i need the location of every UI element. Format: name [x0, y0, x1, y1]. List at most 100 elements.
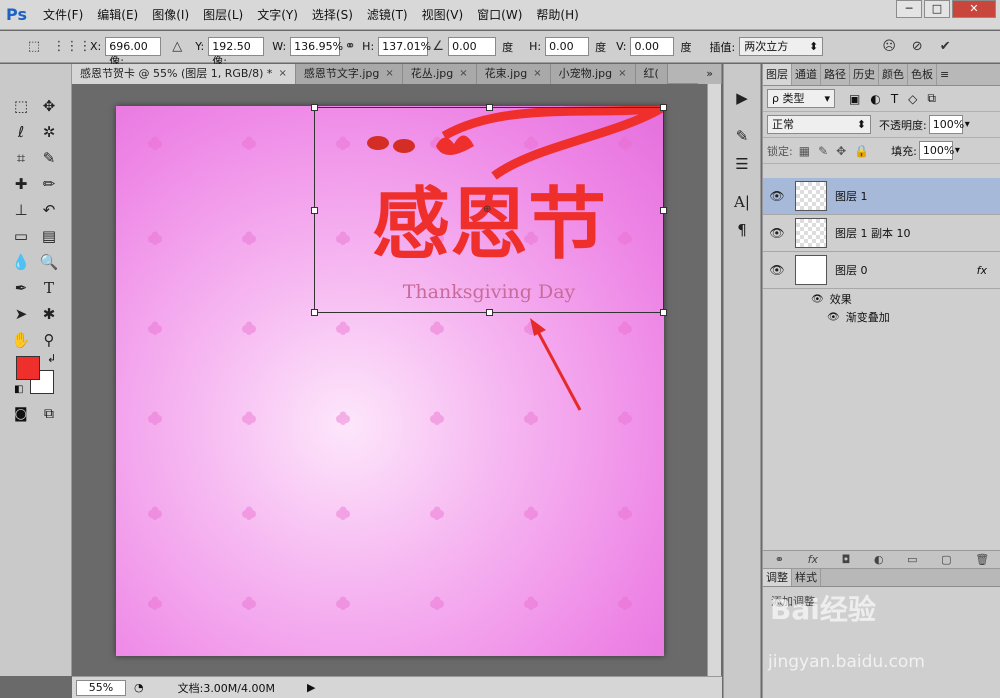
crop-tool-icon[interactable]: ⌗ — [8, 146, 34, 170]
status-info-icon[interactable]: ◔ — [134, 681, 144, 694]
character-panel-icon[interactable]: A| — [728, 190, 756, 214]
menu-select[interactable]: 选择(S) — [305, 0, 360, 30]
menu-image[interactable]: 图像(I) — [145, 0, 196, 30]
transform-handle-tm[interactable] — [486, 104, 493, 111]
tab-channels[interactable]: 通道 — [792, 64, 821, 85]
transform-handle-bm[interactable] — [486, 309, 493, 316]
filter-adjust-icon[interactable]: ◐ — [870, 92, 880, 106]
lock-pixels-icon[interactable]: ✎ — [818, 144, 828, 158]
lock-position-icon[interactable]: ✥ — [836, 144, 846, 158]
brush-panel-icon[interactable]: ✎ — [728, 124, 756, 148]
height-field[interactable]: 137.01% — [378, 37, 431, 56]
effect-item-row[interactable]: 👁 渐变叠加 — [763, 308, 1000, 326]
quick-mask-icon[interactable]: ◙ — [14, 406, 28, 422]
lock-all-icon[interactable]: 🔒 — [854, 144, 869, 158]
vskew-field[interactable]: 0.00 — [630, 37, 675, 56]
menu-file[interactable]: 文件(F) — [36, 0, 90, 30]
transform-handle-tr[interactable] — [660, 104, 667, 111]
transform-handle-tl[interactable] — [311, 104, 318, 111]
link-layers-icon[interactable]: ⚭ — [775, 553, 784, 566]
transform-bounding-box[interactable]: ⊕ — [311, 104, 667, 316]
vertical-scrollbar[interactable] — [707, 84, 721, 676]
more-tabs-icon[interactable]: » — [698, 64, 722, 84]
tab-red[interactable]: 红( — [635, 64, 668, 84]
close-tab-icon[interactable]: × — [533, 64, 541, 84]
menu-edit[interactable]: 编辑(E) — [90, 0, 145, 30]
x-field[interactable]: 696.00 像: — [105, 37, 162, 68]
menu-help[interactable]: 帮助(H) — [529, 0, 585, 30]
delta-icon[interactable]: △ — [167, 37, 187, 57]
filter-shape-icon[interactable]: ◇ — [908, 92, 917, 106]
lock-transparent-icon[interactable]: ▦ — [799, 144, 810, 158]
interp-select[interactable]: 两次立方 ⬍ — [739, 37, 824, 56]
filter-pixel-icon[interactable]: ▣ — [849, 92, 860, 106]
tab-paths[interactable]: 路径 — [821, 64, 850, 85]
close-button[interactable]: ✕ — [952, 0, 996, 18]
new-group-icon[interactable]: ▭ — [907, 553, 917, 566]
blend-mode-select[interactable]: 正常 ⬍ — [767, 115, 871, 134]
visibility-eye-icon[interactable]: 👁 — [763, 226, 791, 240]
paragraph-panel-icon[interactable]: ¶ — [728, 218, 756, 242]
layer-row-1[interactable]: 👁 图层 1 — [763, 178, 1000, 215]
width-field[interactable]: 136.95% — [290, 37, 343, 56]
tab-adjustments[interactable]: 调整 — [763, 569, 792, 586]
adjust-sliders-icon[interactable]: ☰ — [728, 152, 756, 176]
transform-center-icon[interactable]: ⊕ — [483, 204, 491, 215]
stamp-tool-icon[interactable]: ⊥ — [8, 198, 34, 222]
tab-color[interactable]: 颜色 — [879, 64, 908, 85]
opacity-field[interactable]: 100% — [928, 115, 964, 134]
hand-tool-icon[interactable]: ✋ — [8, 328, 34, 352]
visibility-eye-icon[interactable]: 👁 — [811, 294, 824, 305]
move-tool-icon[interactable]: ✥ — [36, 94, 62, 118]
menu-view[interactable]: 视图(V) — [415, 0, 471, 30]
transform-handle-ml[interactable] — [311, 207, 318, 214]
effects-row[interactable]: 👁 效果 — [763, 290, 1000, 308]
eyedropper-icon[interactable]: ✎ — [36, 146, 62, 170]
add-mask-icon[interactable]: ◘ — [842, 553, 851, 566]
tab-layers[interactable]: 图层 — [763, 64, 792, 85]
dodge-tool-icon[interactable]: 🔍 — [36, 250, 62, 274]
visibility-eye-icon[interactable]: 👁 — [827, 312, 840, 323]
tab-styles[interactable]: 样式 — [792, 569, 821, 586]
fill-field[interactable]: 100% — [918, 141, 954, 160]
healing-brush-icon[interactable]: ✚ — [8, 172, 34, 196]
magic-wand-icon[interactable]: ✲ — [36, 120, 62, 144]
lasso-tool-icon[interactable]: ℓ — [8, 120, 34, 144]
warp-icon[interactable]: ☹ — [879, 37, 899, 57]
menu-filter[interactable]: 滤镜(T) — [360, 0, 415, 30]
swap-colors-icon[interactable]: ↲ — [47, 352, 56, 365]
tab-history[interactable]: 历史 — [850, 64, 879, 85]
tab-thanksgiving-text[interactable]: 感恩节文字.jpg × — [295, 64, 403, 84]
close-tab-icon[interactable]: × — [459, 64, 467, 84]
layer-filter-select[interactable]: ρ 类型 ▾ — [767, 89, 835, 108]
chevron-down-icon[interactable]: ▾ — [955, 145, 960, 156]
marquee-tool-icon[interactable]: ⬚ — [8, 94, 34, 118]
play-action-icon[interactable]: ▶ — [728, 86, 756, 110]
type-tool-icon[interactable]: T — [36, 276, 62, 300]
layer-row-2[interactable]: 👁 图层 1 副本 10 — [763, 215, 1000, 252]
foreground-color-swatch[interactable] — [16, 356, 40, 380]
eraser-icon[interactable]: ▭ — [8, 224, 34, 248]
transform-tool-icon[interactable]: ⬚ — [24, 37, 44, 57]
shape-tool-icon[interactable]: ✱ — [36, 302, 62, 326]
delete-layer-icon[interactable]: 🗑 — [975, 553, 989, 566]
transform-handle-bl[interactable] — [311, 309, 318, 316]
visibility-eye-icon[interactable]: 👁 — [763, 263, 791, 277]
reference-point-icon[interactable]: ⋮⋮⋮ — [53, 37, 92, 57]
tab-swatches[interactable]: 色板 — [908, 64, 937, 85]
maximize-button[interactable]: □ — [924, 0, 950, 18]
close-tab-icon[interactable]: × — [278, 64, 286, 84]
default-colors-icon[interactable]: ◧ — [14, 384, 23, 395]
brush-tool-icon[interactable]: ✏ — [36, 172, 62, 196]
close-tab-icon[interactable]: × — [385, 64, 393, 84]
close-tab-icon[interactable]: × — [618, 64, 626, 84]
menu-type[interactable]: 文字(Y) — [250, 0, 305, 30]
menu-layer[interactable]: 图层(L) — [196, 0, 250, 30]
fx-icon[interactable]: fx — [808, 553, 818, 566]
filter-type-icon[interactable]: T — [891, 92, 898, 106]
link-icon[interactable]: ⚭ — [340, 37, 360, 57]
angle-field[interactable]: 0.00 — [448, 37, 497, 56]
transform-handle-mr[interactable] — [660, 207, 667, 214]
history-brush-icon[interactable]: ↶ — [36, 198, 62, 222]
tab-flower-bush[interactable]: 花丛.jpg × — [402, 64, 477, 84]
